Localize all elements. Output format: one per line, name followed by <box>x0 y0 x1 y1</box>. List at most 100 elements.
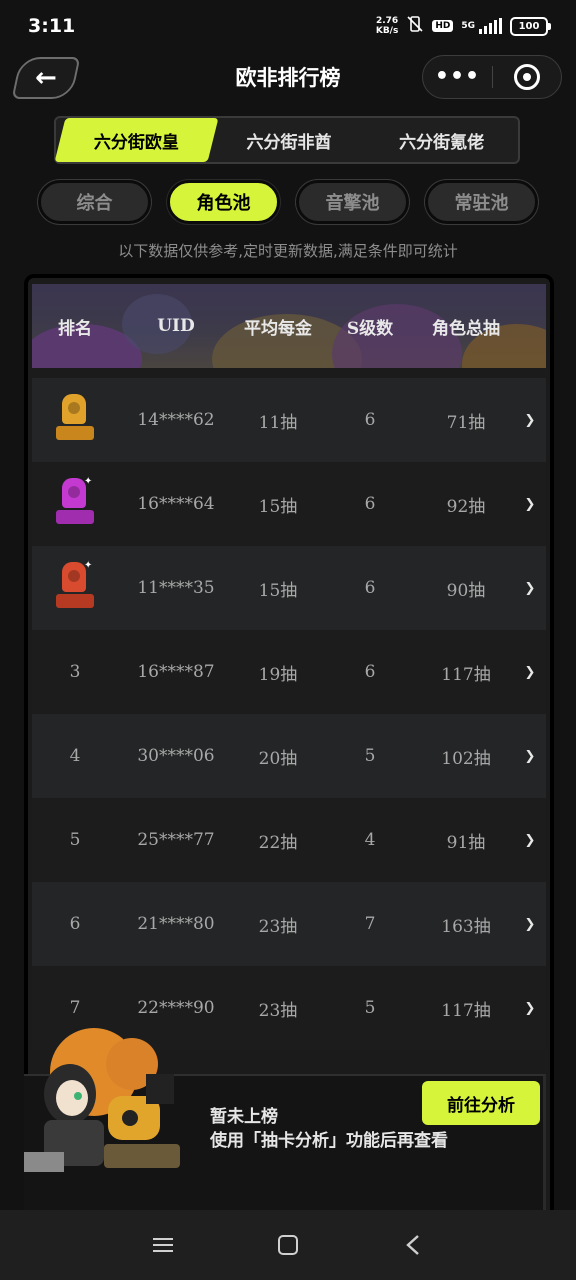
rank-cell: ✦ <box>32 476 118 530</box>
uid-cell: 16****87 <box>137 662 215 682</box>
tab-overall[interactable]: 综合 <box>38 180 151 224</box>
total-cell: 71抽 <box>446 412 486 433</box>
tab-unlucky-ranking[interactable]: 六分街非酋 <box>213 118 366 162</box>
tab-spender-ranking[interactable]: 六分街氪佬 <box>365 118 518 162</box>
status-icons: 2.76 KB/s HD 5G 100 <box>376 15 551 37</box>
average-cell: 11抽 <box>258 412 298 433</box>
average-cell: 15抽 <box>258 496 298 517</box>
system-navigation-bar <box>0 1210 576 1280</box>
chevron-right-icon: ❯ <box>524 832 536 848</box>
rank-cell: 7 <box>69 998 81 1018</box>
header-total: 角色总抽 <box>432 318 500 339</box>
rank-cell: 4 <box>69 746 81 766</box>
table-row[interactable]: ✦ 11****35 15抽 6 90抽 ❯ <box>32 546 546 630</box>
mini-program-capsule: ••• <box>422 55 562 99</box>
target-icon <box>513 64 540 90</box>
table-row[interactable]: 5 25****77 22抽 4 91抽 ❯ <box>32 798 546 882</box>
rank-cell: 5 <box>69 830 81 850</box>
s-count-cell: 6 <box>364 578 376 598</box>
tab-wengine-pool[interactable]: 音擎池 <box>296 180 409 224</box>
chevron-right-icon: ❯ <box>524 496 536 512</box>
tab-standard-pool[interactable]: 常驻池 <box>425 180 538 224</box>
header-average: 平均每金 <box>244 318 312 339</box>
total-cell: 117抽 <box>441 1000 491 1021</box>
home-button[interactable] <box>268 1225 308 1265</box>
average-cell: 23抽 <box>258 916 298 937</box>
uid-cell: 14****62 <box>137 410 215 430</box>
chevron-right-icon: ❯ <box>524 664 536 680</box>
recent-apps-button[interactable] <box>143 1225 183 1265</box>
main-tabs: 六分街欧皇 六分街非酋 六分街氪佬 <box>54 116 520 164</box>
total-cell: 102抽 <box>441 748 491 769</box>
battery-icon: 100 <box>510 16 551 36</box>
hd-badge: HD <box>432 20 454 32</box>
purple-medal-icon: ✦ <box>54 476 96 530</box>
total-cell: 163抽 <box>441 916 491 937</box>
table-header: 排名 UID 平均每金 S级数 角色总抽 <box>32 284 546 368</box>
network-speed-unit: KB/s <box>375 26 399 36</box>
chevron-right-icon: ❯ <box>524 916 536 932</box>
vibrate-off-icon <box>406 15 424 37</box>
gold-medal-icon <box>54 394 96 446</box>
status-time: 3:11 <box>28 15 76 37</box>
table-header-row: 排名 UID 平均每金 S级数 角色总抽 <box>32 284 546 368</box>
s-count-cell: 5 <box>364 746 376 766</box>
rank-cell: 3 <box>69 662 81 682</box>
rank-cell <box>32 394 118 446</box>
uid-cell: 25****77 <box>137 830 215 850</box>
banner-description: 使用「抽卡分析」功能后再查看 <box>210 1131 448 1151</box>
network-speed: 2.76 KB/s <box>376 16 398 36</box>
tab-label: 六分街氪佬 <box>399 132 485 153</box>
average-cell: 20抽 <box>258 748 298 769</box>
uid-cell: 21****80 <box>137 914 215 934</box>
table-row[interactable]: ✦ 16****64 15抽 6 92抽 ❯ <box>32 462 546 546</box>
chevron-right-icon: ❯ <box>524 412 536 428</box>
mascot-illustration <box>24 1024 184 1180</box>
status-bar: 3:11 2.76 KB/s HD 5G 100 <box>0 0 576 52</box>
header-s-count: S级数 <box>346 318 394 339</box>
total-cell: 91抽 <box>446 832 486 853</box>
rank-cell: 6 <box>69 914 81 934</box>
header-rank: 排名 <box>58 318 92 339</box>
data-notice: 以下数据仅供参考,定时更新数据,满足条件即可统计 <box>118 242 458 260</box>
header-uid: UID <box>157 316 195 336</box>
go-analyze-button[interactable]: 前往分析 <box>422 1081 540 1125</box>
s-count-cell: 6 <box>364 494 376 514</box>
total-cell: 117抽 <box>441 664 491 685</box>
network-speed-value: 2.76 <box>375 16 399 26</box>
system-back-button[interactable] <box>393 1225 433 1265</box>
table-row[interactable]: 14****62 11抽 6 71抽 ❯ <box>32 378 546 462</box>
uid-cell: 16****64 <box>137 494 215 514</box>
battery-level: 100 <box>518 20 540 32</box>
table-row[interactable]: 3 16****87 19抽 6 117抽 ❯ <box>32 630 546 714</box>
table-body: 14****62 11抽 6 71抽 ❯ ✦ 16****64 15抽 6 92… <box>32 378 546 1050</box>
chevron-left-icon <box>406 1235 420 1255</box>
pool-tabs: 综合 角色池 音擎池 常驻池 <box>38 180 538 224</box>
s-count-cell: 5 <box>364 998 376 1018</box>
rank-cell: ✦ <box>32 560 118 614</box>
more-button[interactable]: ••• <box>423 66 492 88</box>
average-cell: 19抽 <box>258 664 298 685</box>
home-icon <box>277 1235 298 1255</box>
red-medal-icon: ✦ <box>54 560 96 614</box>
tab-lucky-ranking[interactable]: 六分街欧皇 <box>54 118 219 162</box>
average-cell: 15抽 <box>258 580 298 601</box>
uid-cell: 30****06 <box>137 746 215 766</box>
signal-icon <box>479 18 502 34</box>
total-cell: 90抽 <box>446 580 486 601</box>
network-type: 5G <box>461 21 475 31</box>
uid-cell: 11****35 <box>137 578 215 598</box>
total-cell: 92抽 <box>446 496 486 517</box>
table-row[interactable]: 6 21****80 23抽 7 163抽 ❯ <box>32 882 546 966</box>
average-cell: 23抽 <box>258 1000 298 1021</box>
tab-label: 六分街欧皇 <box>93 132 179 153</box>
uid-cell: 22****90 <box>137 998 215 1018</box>
banner-title: 暂未上榜 <box>210 1107 278 1127</box>
tab-character-pool[interactable]: 角色池 <box>167 180 280 224</box>
table-row[interactable]: 4 30****06 20抽 5 102抽 ❯ <box>32 714 546 798</box>
s-count-cell: 6 <box>364 410 376 430</box>
tab-label: 六分街非酋 <box>246 132 332 153</box>
s-count-cell: 6 <box>364 662 376 682</box>
close-mini-program-button[interactable] <box>493 64 561 90</box>
s-count-cell: 4 <box>364 830 376 850</box>
